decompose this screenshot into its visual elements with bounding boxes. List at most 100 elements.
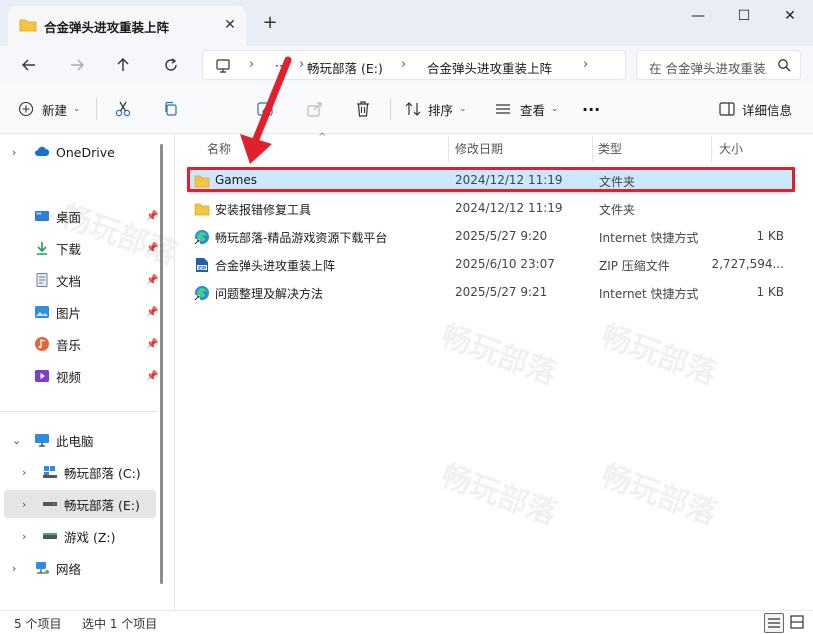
pin-icon: 📌 xyxy=(146,370,159,382)
back-button[interactable] xyxy=(14,50,44,80)
music-icon xyxy=(35,337,49,351)
cut-button[interactable] xyxy=(114,96,132,122)
active-tab[interactable]: 合金弹头进攻重装上阵 ✕ xyxy=(8,6,246,46)
new-button[interactable]: 新建 ⌄ xyxy=(18,96,81,122)
view-list-icon xyxy=(496,104,510,114)
chevron-down-icon[interactable]: ⌄ xyxy=(12,434,21,447)
chevron-down-icon: ⌄ xyxy=(73,104,81,114)
toolbar-divider xyxy=(390,98,391,120)
details-pane-icon xyxy=(719,102,735,116)
file-size: 1 KB xyxy=(756,285,784,299)
share-button[interactable] xyxy=(306,96,324,122)
table-row[interactable]: 安装报错修复工具 2024/12/12 11:19 文件夹 xyxy=(188,196,792,222)
file-name: 畅玩部落-精品游戏资源下载平台 xyxy=(215,231,388,245)
document-icon xyxy=(36,273,48,287)
breadcrumb-drive[interactable]: 畅玩部落 (E:) xyxy=(307,58,383,77)
file-type: Internet 快捷方式 xyxy=(599,231,699,245)
cloud-icon xyxy=(35,146,50,156)
sidebar-item-label: 游戏 (Z:) xyxy=(64,529,116,545)
search-icon xyxy=(778,59,791,72)
sidebar-item-onedrive[interactable]: › OneDrive xyxy=(4,138,156,166)
sidebar-item-documents[interactable]: 文档 📌 xyxy=(4,266,159,294)
trash-icon xyxy=(357,101,369,117)
toolbar-divider xyxy=(96,98,97,120)
sidebar-item-label: 下载 xyxy=(56,241,82,257)
copy-button[interactable] xyxy=(162,96,180,122)
chevron-down-icon: ⌄ xyxy=(551,104,559,114)
column-divider[interactable] xyxy=(711,136,712,162)
edge-shortcut-icon xyxy=(194,286,209,301)
up-button[interactable] xyxy=(108,50,138,80)
refresh-icon xyxy=(165,58,177,71)
chevron-right-icon[interactable]: › xyxy=(22,530,26,543)
highlight-box xyxy=(187,167,795,192)
forward-button[interactable] xyxy=(62,50,92,80)
chevron-down-icon: ⌄ xyxy=(459,104,467,114)
maximize-button[interactable]: ☐ xyxy=(721,0,767,32)
pin-icon: 📌 xyxy=(146,274,159,286)
sidebar-item-desktop[interactable]: 桌面 📌 xyxy=(4,202,159,230)
chevron-right-icon: › xyxy=(401,57,407,72)
details-view-button[interactable] xyxy=(764,613,784,633)
pin-icon: 📌 xyxy=(146,210,159,222)
chevron-right-icon[interactable]: › xyxy=(22,466,26,479)
sidebar-item-label: 音乐 xyxy=(56,337,82,353)
search-placeholder: 在 合金弹头进攻重装上阵 中搜索 xyxy=(649,61,767,76)
table-row[interactable]: 问题整理及解决方法 2025/5/27 9:21 Internet 快捷方式 1… xyxy=(188,280,792,306)
more-options-button[interactable]: ··· xyxy=(582,96,600,122)
sidebar-item-drive-c[interactable]: › 畅玩部落 (C:) xyxy=(4,458,156,486)
chevron-right-icon[interactable]: › xyxy=(12,562,16,575)
view-button[interactable]: 查看 ⌄ xyxy=(494,96,559,122)
file-type: ZIP 压缩文件 xyxy=(599,259,670,273)
refresh-button[interactable] xyxy=(156,50,186,80)
file-date: 2025/5/27 9:20 xyxy=(455,229,548,243)
column-header-date[interactable]: 修改日期 xyxy=(455,140,503,157)
sort-button[interactable]: 排序 ⌄ xyxy=(404,96,467,122)
sidebar-item-drive-z[interactable]: › 游戏 (Z:) xyxy=(4,522,156,550)
sidebar-item-label: 畅玩部落 (C:) xyxy=(64,465,141,481)
sidebar-item-this-pc[interactable]: ⌄ 此电脑 xyxy=(4,426,156,454)
sort-label: 排序 xyxy=(428,102,454,118)
sidebar-item-music[interactable]: 音乐 📌 xyxy=(4,330,158,358)
details-pane-button[interactable]: 详细信息 xyxy=(718,96,792,122)
column-divider[interactable] xyxy=(448,136,449,162)
sidebar-scrollbar[interactable] xyxy=(160,144,163,584)
tiles-view-button[interactable] xyxy=(788,613,808,633)
drive-icon xyxy=(43,502,57,506)
sidebar-divider xyxy=(0,411,158,412)
table-row[interactable]: 畅玩部落-精品游戏资源下载平台 2025/5/27 9:20 Internet … xyxy=(188,224,792,250)
column-header-name[interactable]: 名称 xyxy=(207,140,231,157)
new-label: 新建 xyxy=(42,102,68,118)
pin-icon: 📌 xyxy=(146,242,159,254)
file-type: Internet 快捷方式 xyxy=(599,287,699,301)
pin-icon: 📌 xyxy=(146,306,159,318)
details-view-icon xyxy=(768,618,780,628)
sidebar-item-pictures[interactable]: 图片 📌 xyxy=(4,298,159,326)
close-button[interactable]: ✕ xyxy=(767,0,813,32)
sidebar-item-drive-e[interactable]: › 畅玩部落 (E:) xyxy=(4,490,156,518)
sidebar-item-downloads[interactable]: 下载 📌 xyxy=(4,234,159,262)
delete-button[interactable] xyxy=(354,96,372,122)
minimize-button[interactable]: — xyxy=(675,0,721,32)
search-box[interactable]: 在 合金弹头进攻重装上阵 中搜索 xyxy=(636,50,801,80)
tab-close-button[interactable]: ✕ xyxy=(220,15,240,35)
edge-shortcut-icon xyxy=(194,230,209,245)
sidebar-item-network[interactable]: › 网络 xyxy=(4,554,156,582)
copy-icon xyxy=(165,101,177,116)
sidebar-item-label: 视频 xyxy=(56,369,82,385)
picture-icon xyxy=(35,306,49,318)
column-header-type[interactable]: 类型 xyxy=(598,140,622,157)
tab-title: 合金弹头进攻重装上阵 xyxy=(44,20,170,35)
file-date: 2025/5/27 9:21 xyxy=(455,285,548,299)
chevron-right-icon[interactable]: › xyxy=(12,146,16,159)
new-tab-button[interactable]: + xyxy=(258,12,282,36)
table-row[interactable]: ZIP 合金弹头进攻重装上阵 2025/6/10 23:07 ZIP 压缩文件 … xyxy=(188,252,792,278)
column-header-size[interactable]: 大小 xyxy=(719,140,743,157)
column-divider[interactable] xyxy=(592,136,593,162)
sidebar-item-videos[interactable]: 视频 📌 xyxy=(4,362,159,390)
download-icon xyxy=(37,242,47,255)
breadcrumb-folder[interactable]: 合金弹头进攻重装上阵 xyxy=(427,58,552,77)
network-icon xyxy=(36,562,49,574)
chevron-right-icon[interactable]: › xyxy=(22,498,26,511)
folder-icon xyxy=(19,19,37,32)
